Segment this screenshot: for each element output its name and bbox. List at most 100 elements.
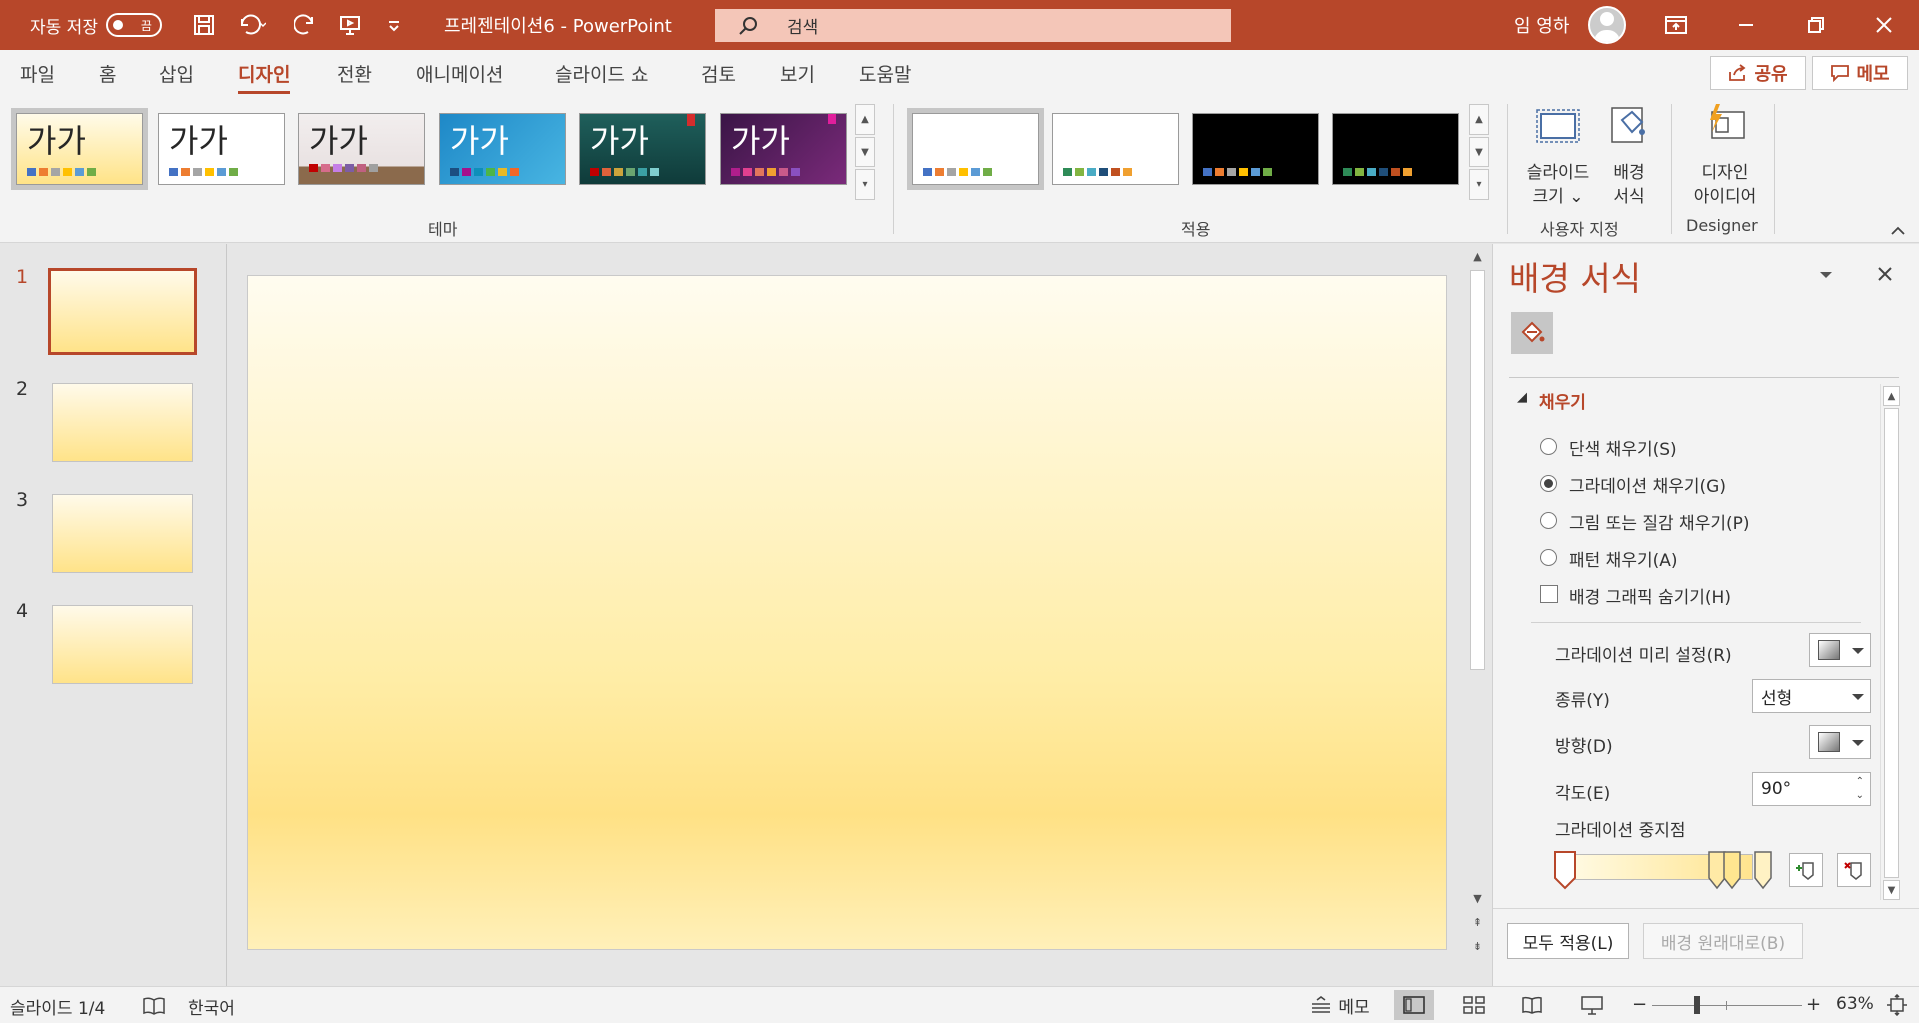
tab-view[interactable]: 보기 bbox=[780, 60, 815, 87]
pane-scroll-up[interactable]: ▲ bbox=[1883, 386, 1900, 406]
language-status[interactable]: 한국어 bbox=[188, 994, 235, 1019]
theme-ion[interactable]: 가가 bbox=[439, 113, 566, 185]
gradient-angle-spinner[interactable]: 90° ⌃ ⌄ bbox=[1752, 772, 1871, 806]
themes-scroll-down[interactable]: ▼ bbox=[855, 136, 875, 168]
hide-bg-graphics-checkbox[interactable] bbox=[1540, 585, 1558, 603]
gradient-fill-radio[interactable] bbox=[1540, 475, 1557, 492]
zoom-slider-thumb[interactable] bbox=[1694, 996, 1700, 1014]
gradient-preset-dropdown[interactable] bbox=[1809, 633, 1871, 667]
slide-canvas[interactable] bbox=[247, 275, 1447, 950]
format-background-button[interactable]: 배경 서식 bbox=[1604, 102, 1654, 209]
tab-slideshow[interactable]: 슬라이드 쇼 bbox=[555, 60, 648, 87]
fit-to-window-icon[interactable] bbox=[1886, 994, 1908, 1016]
remove-gradient-stop-button[interactable] bbox=[1837, 853, 1871, 887]
pane-scroll-down[interactable]: ▼ bbox=[1883, 880, 1900, 900]
gradient-stop-1[interactable] bbox=[1553, 850, 1577, 890]
ribbon-display-options-icon[interactable] bbox=[1664, 0, 1688, 50]
tab-help[interactable]: 도움말 bbox=[859, 60, 911, 87]
gradient-stop-4[interactable] bbox=[1753, 850, 1773, 890]
scroll-down-arrow[interactable]: ▼ bbox=[1467, 888, 1488, 908]
themes-gallery-more[interactable]: ▾ bbox=[855, 169, 875, 201]
tab-file[interactable]: 파일 bbox=[20, 60, 55, 87]
reset-background-button[interactable]: 배경 원래대로(B) bbox=[1643, 923, 1803, 959]
slide-vertical-scrollbar[interactable]: ▲ ▼ ⇞ ⇟ bbox=[1467, 244, 1488, 974]
variants-gallery-more[interactable]: ▾ bbox=[1469, 169, 1489, 201]
section-collapse-icon[interactable]: ◢ bbox=[1517, 390, 1527, 405]
slide-thumbnail-3[interactable] bbox=[52, 494, 193, 573]
scroll-up-arrow[interactable]: ▲ bbox=[1467, 246, 1488, 266]
autosave[interactable]: 자동 저장 끔 bbox=[30, 0, 162, 50]
zoom-slider-track[interactable] bbox=[1652, 1005, 1802, 1006]
spinner-arrows-icon[interactable]: ⌃ ⌄ bbox=[1856, 775, 1864, 803]
tab-review[interactable]: 검토 bbox=[701, 60, 736, 87]
minimize-icon[interactable] bbox=[1736, 0, 1756, 50]
fill-category-tab[interactable] bbox=[1511, 312, 1553, 354]
user-avatar[interactable] bbox=[1588, 0, 1626, 50]
apply-to-all-button[interactable]: 모두 적용(L) bbox=[1507, 923, 1629, 959]
notes-button[interactable]: 메모 bbox=[1290, 990, 1390, 1020]
autosave-toggle[interactable]: 끔 bbox=[105, 13, 162, 37]
slide-sorter-button[interactable] bbox=[1454, 990, 1494, 1020]
design-ideas-button[interactable]: 디자인 아이디어 bbox=[1680, 102, 1770, 209]
add-gradient-stop-button[interactable] bbox=[1789, 853, 1823, 887]
theme-office-white[interactable]: 가가 bbox=[158, 113, 285, 185]
zoom-out-icon[interactable]: − bbox=[1632, 994, 1647, 1015]
slide-thumbnail-4[interactable] bbox=[52, 605, 193, 684]
slide-size-button[interactable]: 슬라이드 크기 ⌄ bbox=[1518, 102, 1598, 209]
slideshow-view-button[interactable] bbox=[1572, 990, 1612, 1020]
themes-scroll-up[interactable]: ▲ bbox=[855, 104, 875, 135]
gradient-direction-dropdown[interactable] bbox=[1809, 725, 1871, 759]
pane-options-icon[interactable] bbox=[1819, 270, 1833, 280]
pane-scrollbar[interactable]: ▲ ▼ bbox=[1880, 384, 1901, 900]
solid-fill-label[interactable]: 단색 채우기(S) bbox=[1569, 435, 1677, 460]
spell-check-icon[interactable] bbox=[142, 996, 166, 1016]
theme-office[interactable]: 가가 bbox=[16, 113, 143, 185]
variant-3[interactable] bbox=[1192, 113, 1319, 185]
variant-2[interactable] bbox=[1052, 113, 1179, 185]
search-box[interactable]: 검색 bbox=[715, 9, 1231, 42]
variants-scroll-up[interactable]: ▲ bbox=[1469, 104, 1489, 135]
pane-scroll-thumb[interactable] bbox=[1884, 408, 1899, 878]
previous-slide-icon[interactable]: ⇞ bbox=[1467, 912, 1488, 932]
theme-ion-purple[interactable]: 가가 bbox=[720, 113, 847, 185]
fill-section-header[interactable]: 채우기 bbox=[1539, 388, 1586, 413]
zoom-level[interactable]: 63% bbox=[1836, 994, 1874, 1014]
normal-view-button[interactable] bbox=[1394, 990, 1434, 1020]
picture-fill-label[interactable]: 그림 또는 질감 채우기(P) bbox=[1569, 509, 1750, 534]
next-slide-icon[interactable]: ⇟ bbox=[1467, 936, 1488, 956]
reading-view-button[interactable] bbox=[1512, 990, 1552, 1020]
gradient-fill-label[interactable]: 그라데이션 채우기(G) bbox=[1569, 472, 1726, 497]
picture-fill-radio[interactable] bbox=[1540, 512, 1557, 529]
collapse-ribbon-icon[interactable] bbox=[1890, 224, 1906, 236]
variant-4[interactable] bbox=[1332, 113, 1459, 185]
customize-qat-icon[interactable] bbox=[386, 0, 402, 50]
close-icon[interactable] bbox=[1874, 0, 1894, 50]
pane-divider[interactable] bbox=[226, 244, 227, 986]
user-name[interactable]: 임 영하 bbox=[1514, 0, 1569, 50]
save-icon[interactable] bbox=[192, 0, 216, 50]
theme-ion-boardroom[interactable]: 가가 bbox=[579, 113, 706, 185]
solid-fill-radio[interactable] bbox=[1540, 438, 1557, 455]
hide-bg-graphics-label[interactable]: 배경 그래픽 숨기기(H) bbox=[1569, 583, 1731, 608]
undo-icon[interactable] bbox=[236, 0, 266, 50]
pane-close-icon[interactable] bbox=[1877, 266, 1893, 282]
variants-scroll-down[interactable]: ▼ bbox=[1469, 136, 1489, 168]
tab-design[interactable]: 디자인 bbox=[238, 60, 291, 94]
pattern-fill-radio[interactable] bbox=[1540, 549, 1557, 566]
tab-home[interactable]: 홈 bbox=[99, 60, 116, 87]
slide-thumbnail-1[interactable] bbox=[48, 268, 197, 355]
present-icon[interactable] bbox=[338, 0, 362, 50]
theme-wood[interactable]: 가가 bbox=[298, 113, 425, 185]
scrollbar-thumb[interactable] bbox=[1470, 270, 1485, 670]
tab-insert[interactable]: 삽입 bbox=[159, 60, 194, 87]
slide-count-status[interactable]: 슬라이드 1/4 bbox=[10, 994, 105, 1019]
tab-transitions[interactable]: 전환 bbox=[337, 60, 372, 87]
variant-1[interactable] bbox=[912, 113, 1039, 185]
restore-icon[interactable] bbox=[1806, 0, 1826, 50]
tab-animations[interactable]: 애니메이션 bbox=[416, 60, 503, 87]
gradient-stop-3[interactable] bbox=[1722, 850, 1742, 890]
slide-thumbnail-2[interactable] bbox=[52, 383, 193, 462]
share-button[interactable]: 공유 bbox=[1710, 56, 1806, 90]
redo-icon[interactable] bbox=[294, 0, 318, 50]
gradient-type-dropdown[interactable]: 선형 bbox=[1752, 679, 1871, 713]
